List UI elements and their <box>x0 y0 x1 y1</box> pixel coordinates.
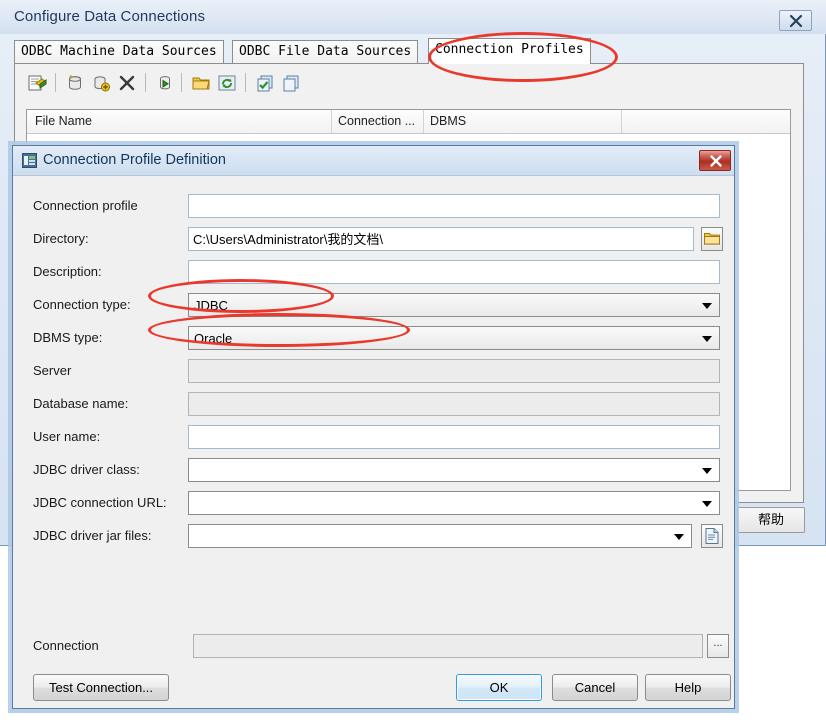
label-connection-type: Connection type: <box>33 297 131 312</box>
check-copy-icon[interactable] <box>255 73 275 93</box>
dialog-title-bar: Connection Profile Definition <box>13 146 734 176</box>
field-row-jdbc-driver-class: JDBC driver class: <box>13 458 734 486</box>
dialog-title: Connection Profile Definition <box>43 152 226 168</box>
column-divider[interactable] <box>331 110 332 133</box>
field-row-database-name: Database name: <box>13 392 734 420</box>
screen-root: Configure Data Connections ODBC Machine … <box>0 0 826 723</box>
input-user-name[interactable] <box>188 425 720 449</box>
tab-connection-profiles[interactable]: Connection Profiles <box>428 38 591 64</box>
outer-title-bar: Configure Data Connections <box>0 0 826 34</box>
tab-odbc-machine-data-sources[interactable]: ODBC Machine Data Sources <box>14 40 224 64</box>
open-folder-icon[interactable] <box>191 73 211 93</box>
combo-jdbc-connection-url[interactable] <box>188 491 720 515</box>
combo-connection-type[interactable]: JDBC <box>188 293 720 317</box>
combo-dbms-type[interactable]: Oracle <box>188 326 720 350</box>
combo-jdbc-driver-jar-files[interactable] <box>188 524 692 548</box>
input-database-name[interactable] <box>188 392 720 416</box>
connection-profile-definition-dialog: Connection Profile Definition Connection… <box>12 145 735 709</box>
input-description[interactable] <box>188 260 720 284</box>
label-directory: Directory: <box>33 231 89 246</box>
label-user-name: User name: <box>33 429 101 444</box>
file-icon[interactable] <box>701 524 723 548</box>
outer-window-title: Configure Data Connections <box>14 8 206 25</box>
label-database-name: Database name: <box>33 396 129 411</box>
field-row-description: Description: <box>13 260 734 288</box>
ok-button[interactable]: OK <box>456 674 542 701</box>
column-divider[interactable] <box>621 110 622 133</box>
refresh-icon[interactable] <box>217 73 237 93</box>
tab-odbc-file-data-sources[interactable]: ODBC File Data Sources <box>232 40 419 64</box>
toolbar-separator <box>145 73 146 92</box>
label-server: Server <box>33 363 72 378</box>
input-connection-profile[interactable] <box>188 194 720 218</box>
delete-icon[interactable] <box>117 73 137 93</box>
field-row-directory: Directory: C:\Users\Administrator\我的文档\ <box>13 227 734 255</box>
tab-strip: ODBC Machine Data Sources ODBC File Data… <box>14 38 804 64</box>
window-icon <box>22 153 37 168</box>
chevron-down-icon[interactable] <box>702 501 712 507</box>
profiles-toolbar <box>15 64 803 102</box>
label-connection: Connection <box>33 638 99 653</box>
toolbar-separator <box>181 73 182 92</box>
label-dbms-type: DBMS type: <box>33 330 103 345</box>
field-row-connection-type: Connection type: JDBC <box>13 293 734 321</box>
new-database-icon[interactable] <box>65 73 85 93</box>
field-row-server: Server <box>13 359 734 387</box>
column-header-file-name[interactable]: File Name <box>35 114 92 128</box>
toolbar-separator <box>245 73 246 92</box>
field-row-jdbc-driver-jar-files: JDBC driver jar files: <box>13 524 734 552</box>
chevron-down-icon[interactable] <box>674 534 684 540</box>
field-row-connection-profile: Connection profile <box>13 194 734 222</box>
column-divider[interactable] <box>423 110 424 133</box>
field-row-jdbc-connection-url: JDBC connection URL: <box>13 491 734 519</box>
close-icon[interactable] <box>779 10 812 31</box>
field-row-user-name: User name: <box>13 425 734 453</box>
new-profile-icon[interactable] <box>27 73 47 93</box>
chevron-down-icon[interactable] <box>702 303 712 309</box>
toolbar-separator <box>55 73 56 92</box>
input-connection[interactable] <box>193 634 703 658</box>
combo-jdbc-driver-class[interactable] <box>188 458 720 482</box>
label-connection-profile: Connection profile <box>33 198 138 213</box>
background-help-button[interactable]: 帮助 <box>737 507 805 533</box>
label-jdbc-driver-jar-files: JDBC driver jar files: <box>33 528 152 543</box>
test-connection-button[interactable]: Test Connection... <box>33 674 169 701</box>
close-icon[interactable] <box>699 150 731 171</box>
field-row-dbms-type: DBMS type: Oracle <box>13 326 734 354</box>
chevron-down-icon[interactable] <box>702 468 712 474</box>
cancel-button[interactable]: Cancel <box>552 674 638 701</box>
field-row-connection: Connection ... <box>13 634 734 662</box>
combo-connection-type-value: JDBC <box>194 298 228 313</box>
label-description: Description: <box>33 264 102 279</box>
add-database-icon[interactable] <box>91 73 111 93</box>
label-jdbc-connection-url: JDBC connection URL: <box>33 495 167 510</box>
folder-icon[interactable] <box>701 227 723 251</box>
connection-browse-button[interactable]: ... <box>707 634 729 658</box>
run-icon[interactable] <box>155 73 175 93</box>
combo-dbms-type-value: Oracle <box>194 331 233 346</box>
help-button[interactable]: Help <box>645 674 731 701</box>
input-server[interactable] <box>188 359 720 383</box>
dialog-body: Connection profile Directory: C:\Users\A… <box>13 176 734 708</box>
copy-icon[interactable] <box>281 73 301 93</box>
input-directory[interactable]: C:\Users\Administrator\我的文档\ <box>188 227 694 251</box>
grid-header-row: File Name Connection ... DBMS <box>27 110 790 134</box>
column-header-connection[interactable]: Connection ... <box>338 114 415 128</box>
column-header-dbms[interactable]: DBMS <box>430 114 466 128</box>
chevron-down-icon[interactable] <box>702 336 712 342</box>
label-jdbc-driver-class: JDBC driver class: <box>33 462 140 477</box>
